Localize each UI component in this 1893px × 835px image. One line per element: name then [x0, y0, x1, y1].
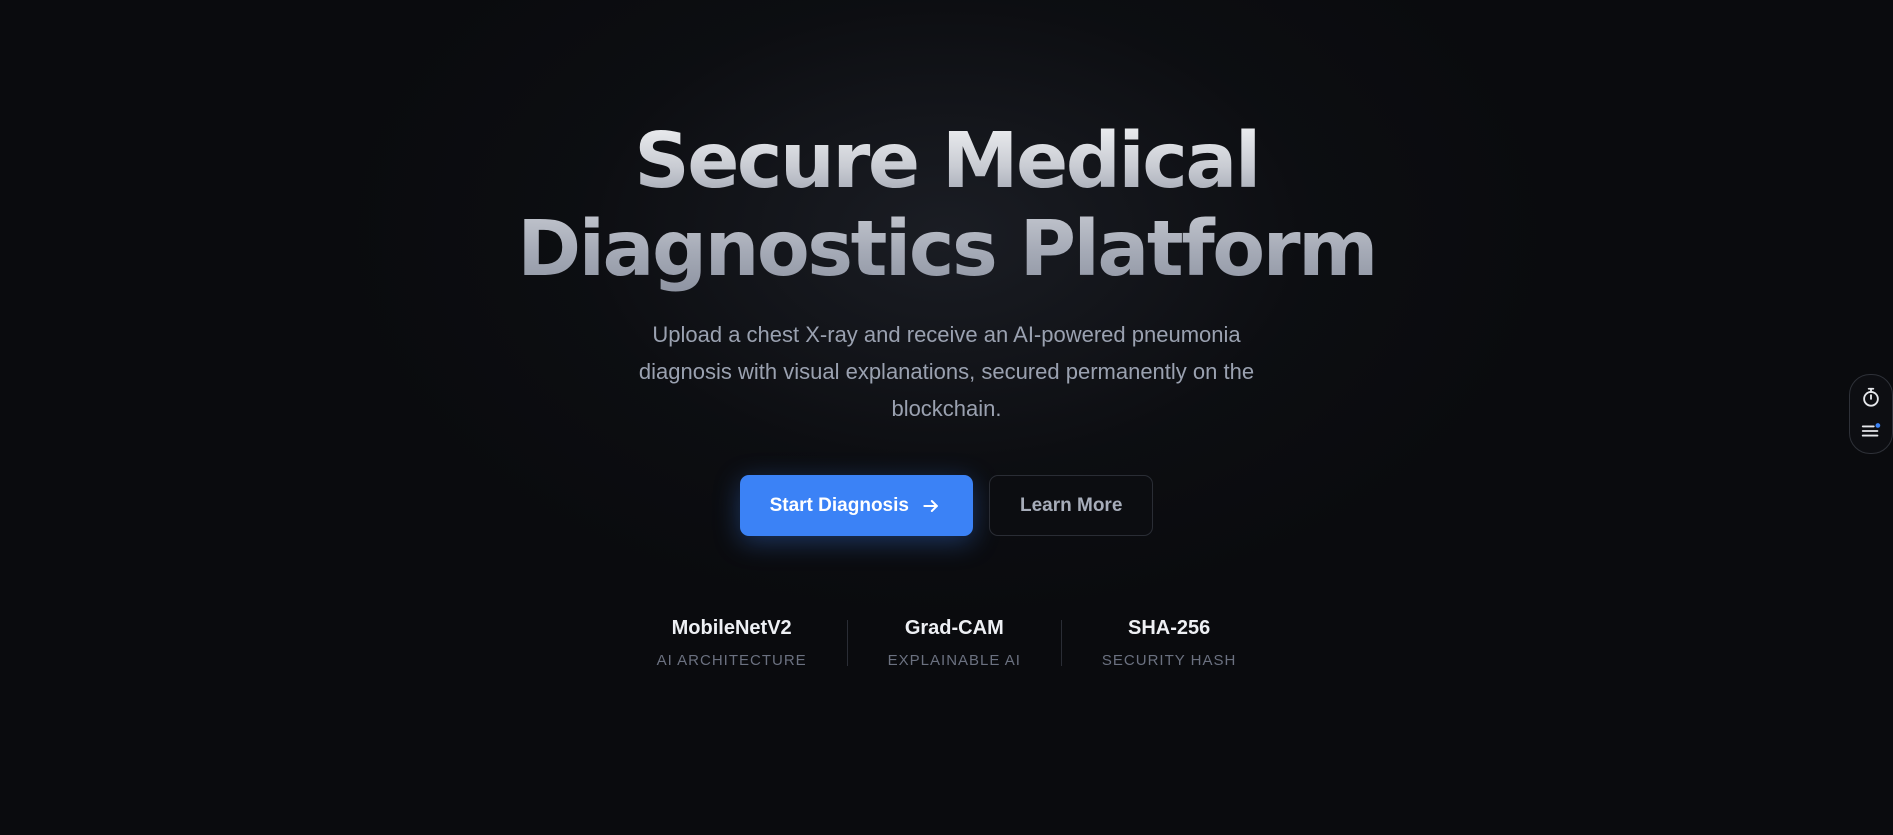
hero-actions: Start Diagnosis Learn More [739, 475, 1154, 536]
hero-section: Secure Medical Diagnostics Platform Uplo… [0, 118, 1893, 670]
start-diagnosis-button[interactable]: Start Diagnosis [739, 475, 973, 536]
stat-item-security: SHA-256 SECURITY HASH [1062, 616, 1276, 670]
page-title: Secure Medical Diagnostics Platform [517, 118, 1378, 294]
menu-notification-icon[interactable] [1860, 420, 1882, 442]
side-toolbar [1849, 374, 1893, 454]
feature-stats: MobileNetV2 AI ARCHITECTURE Grad-CAM EXP… [617, 616, 1277, 670]
stat-label: EXPLAINABLE AI [887, 652, 1021, 669]
landing-page: Secure Medical Diagnostics Platform Uplo… [0, 0, 1893, 835]
stat-item-architecture: MobileNetV2 AI ARCHITECTURE [617, 616, 847, 670]
stat-label: SECURITY HASH [1101, 652, 1237, 669]
title-line-1: Secure Medical [517, 118, 1376, 206]
stat-label: AI ARCHITECTURE [656, 652, 807, 669]
arrow-right-icon [923, 499, 938, 512]
stat-value: MobileNetV2 [671, 617, 792, 639]
learn-more-label: Learn More [1019, 494, 1123, 516]
stopwatch-icon[interactable] [1860, 386, 1882, 408]
hero-subtitle: Upload a chest X-ray and receive an AI-p… [638, 322, 1255, 421]
start-diagnosis-label: Start Diagnosis [769, 494, 909, 516]
stat-item-explainable: Grad-CAM EXPLAINABLE AI [848, 616, 1061, 670]
learn-more-button[interactable]: Learn More [988, 475, 1154, 536]
title-line-2: Diagnostics Platform [517, 205, 1378, 294]
stat-value: SHA-256 [1127, 617, 1211, 639]
stat-value: Grad-CAM [904, 617, 1004, 639]
